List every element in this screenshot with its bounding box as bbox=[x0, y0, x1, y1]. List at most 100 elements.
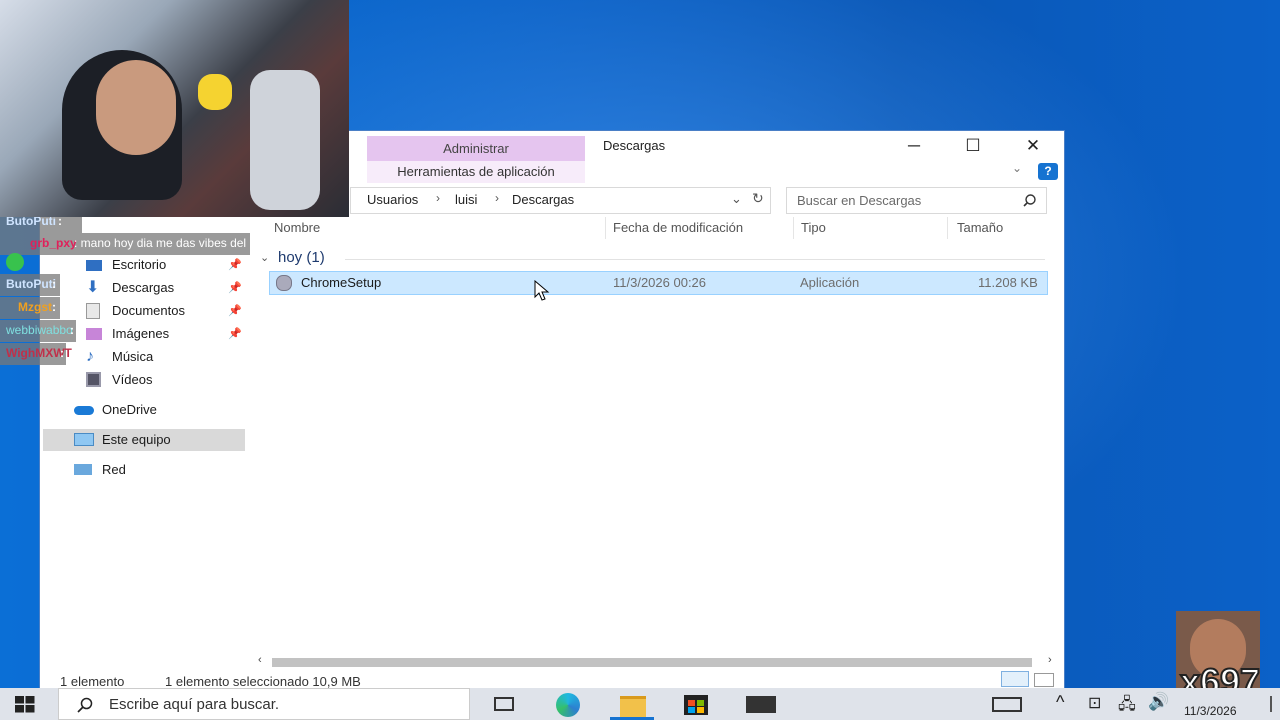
breadcrumb-luisi[interactable]: luisi bbox=[455, 192, 477, 207]
task-view-icon[interactable] bbox=[494, 697, 514, 711]
mail-icon[interactable] bbox=[746, 696, 776, 713]
scroll-right-icon[interactable]: › bbox=[1048, 654, 1052, 666]
details-view-icon[interactable] bbox=[1001, 671, 1029, 687]
status-item-count: 1 elemento bbox=[60, 674, 125, 689]
show-desktop-button[interactable] bbox=[1270, 696, 1272, 712]
nav-label: Imágenes bbox=[112, 326, 170, 341]
music-note-icon: ♪ bbox=[86, 348, 94, 365]
window-title: Descargas bbox=[603, 138, 666, 153]
meet-now-icon[interactable]: ⊡ bbox=[1088, 693, 1101, 713]
chat-text: : bbox=[70, 323, 74, 337]
file-type: Aplicación bbox=[800, 275, 860, 290]
nav-label: Documentos bbox=[112, 303, 185, 318]
chat-text: : bbox=[52, 300, 56, 314]
column-separator[interactable] bbox=[793, 217, 794, 239]
nav-item-este-equipo[interactable]: Este equipo bbox=[43, 429, 245, 451]
refresh-icon[interactable]: ↻ bbox=[752, 190, 764, 207]
nav-label: Este equipo bbox=[102, 432, 171, 447]
nav-item-videos[interactable]: Vídeos bbox=[40, 369, 248, 391]
maximize-button[interactable]: ☐ bbox=[950, 131, 996, 161]
pin-icon: 📌 bbox=[228, 282, 242, 294]
pin-icon: 📌 bbox=[228, 328, 242, 340]
nav-label: Escritorio bbox=[112, 257, 167, 272]
nav-item-documentos[interactable]: Documentos 📌 bbox=[40, 300, 248, 322]
chat-username: Mzgst bbox=[18, 300, 52, 314]
group-header[interactable]: hoy (1) bbox=[278, 249, 325, 266]
tray-chevron-icon[interactable]: ^ bbox=[1056, 692, 1064, 713]
video-icon bbox=[86, 372, 101, 387]
column-header-tamano[interactable]: Tamaño bbox=[957, 220, 1003, 235]
breadcrumb-usuarios[interactable]: Usuarios bbox=[367, 192, 418, 207]
ribbon-expand-chevron-icon[interactable]: ⌄ bbox=[1012, 161, 1022, 175]
nav-label: OneDrive bbox=[102, 402, 157, 417]
column-header-nombre[interactable]: Nombre bbox=[274, 220, 320, 235]
store-icon[interactable] bbox=[684, 695, 708, 715]
chat-message: Mzgst : bbox=[0, 297, 60, 319]
chat-message: ButoPuti : bbox=[0, 274, 60, 296]
nav-item-red[interactable]: Red bbox=[40, 459, 248, 481]
windows-start-icon[interactable] bbox=[15, 696, 35, 713]
column-header-fecha[interactable]: Fecha de modificación bbox=[613, 220, 743, 235]
taskbar: Escribe aquí para buscar. ^ ⊡ 🖧 🔊 11/3/2… bbox=[0, 688, 1280, 720]
status-selection: 1 elemento seleccionado 10,9 MB bbox=[165, 674, 361, 689]
search-input[interactable]: Buscar en Descargas bbox=[786, 187, 1047, 214]
chat-text: : mano hoy dia me das vibes del bbox=[74, 236, 247, 250]
horizontal-scrollbar[interactable]: ‹ › bbox=[256, 654, 1060, 670]
large-icons-view-icon[interactable] bbox=[1034, 673, 1054, 687]
nav-label: Música bbox=[112, 349, 154, 364]
taskbar-search-box[interactable]: Escribe aquí para buscar. bbox=[58, 688, 470, 720]
breadcrumb-descargas[interactable]: Descargas bbox=[512, 192, 574, 207]
network-tray-icon[interactable]: 🖧 bbox=[1118, 693, 1136, 720]
minimize-button[interactable]: ─ bbox=[891, 131, 937, 161]
navigation-pane: Escritorio 📌 ⬇ Descargas 📌 Documentos 📌 … bbox=[40, 213, 248, 688]
gaming-chair bbox=[250, 70, 320, 210]
group-collapse-chevron-icon[interactable]: ⌄ bbox=[260, 251, 269, 264]
nav-label: Descargas bbox=[112, 280, 175, 295]
edge-browser-icon[interactable] bbox=[556, 693, 580, 717]
computer-icon bbox=[74, 433, 94, 446]
desktop-icon bbox=[86, 260, 102, 271]
emote-icon bbox=[6, 253, 24, 271]
file-date: 11/3/2026 00:26 bbox=[613, 275, 707, 290]
document-icon bbox=[86, 303, 100, 319]
chat-message: grb_pxy : mano hoy dia me das vibes del bbox=[0, 233, 250, 255]
volume-icon[interactable]: 🔊 bbox=[1148, 692, 1169, 712]
chat-message: webbiwabbo : bbox=[0, 320, 76, 342]
group-divider bbox=[345, 259, 1045, 260]
breadcrumb-separator-icon: › bbox=[495, 191, 499, 205]
close-button[interactable]: ✕ bbox=[1010, 131, 1056, 161]
column-header-tipo[interactable]: Tipo bbox=[801, 220, 826, 235]
scrollbar-thumb[interactable] bbox=[272, 658, 1032, 667]
search-placeholder: Buscar en Descargas bbox=[797, 193, 922, 208]
pin-icon: 📌 bbox=[228, 305, 242, 317]
setup-app-icon bbox=[276, 275, 292, 291]
tab-administrar[interactable]: Administrar bbox=[367, 136, 585, 161]
ribbon-group-app-tools[interactable]: Herramientas de aplicación bbox=[367, 161, 585, 183]
address-dropdown-icon[interactable]: ⌄ bbox=[731, 191, 742, 207]
streamer-webcam bbox=[0, 0, 349, 217]
nav-item-descargas[interactable]: ⬇ Descargas 📌 bbox=[40, 277, 248, 299]
file-size: 11.208 KB bbox=[978, 275, 1038, 290]
taskbar-search-placeholder: Escribe aquí para buscar. bbox=[109, 696, 280, 713]
scroll-left-icon[interactable]: ‹ bbox=[258, 654, 262, 666]
nav-item-onedrive[interactable]: OneDrive bbox=[40, 399, 248, 421]
pikachu-figure bbox=[198, 74, 232, 110]
breadcrumb-separator-icon: › bbox=[436, 191, 440, 205]
column-separator[interactable] bbox=[605, 217, 606, 239]
chat-username: grb_pxy bbox=[30, 236, 77, 250]
column-separator[interactable] bbox=[947, 217, 948, 239]
mouse-cursor-icon bbox=[534, 280, 550, 301]
help-button[interactable]: ? bbox=[1038, 163, 1058, 180]
file-explorer-icon[interactable] bbox=[620, 696, 646, 717]
onedrive-cloud-icon bbox=[74, 406, 94, 415]
nav-item-escritorio[interactable]: Escritorio 📌 bbox=[40, 254, 248, 276]
search-icon bbox=[77, 697, 93, 713]
table-row[interactable]: ChromeSetup 11/3/2026 00:26 Aplicación 1… bbox=[269, 271, 1048, 295]
chat-username: webbiwabbo bbox=[6, 323, 73, 337]
taskbar-date[interactable]: 11/3/2026 bbox=[1184, 704, 1237, 718]
keyboard-icon[interactable] bbox=[992, 697, 1022, 712]
search-icon bbox=[1023, 194, 1036, 207]
address-bar[interactable]: Usuarios › luisi › Descargas ⌄ ↻ bbox=[350, 187, 771, 214]
streamer-face bbox=[96, 60, 176, 155]
nav-label: Vídeos bbox=[112, 372, 153, 387]
